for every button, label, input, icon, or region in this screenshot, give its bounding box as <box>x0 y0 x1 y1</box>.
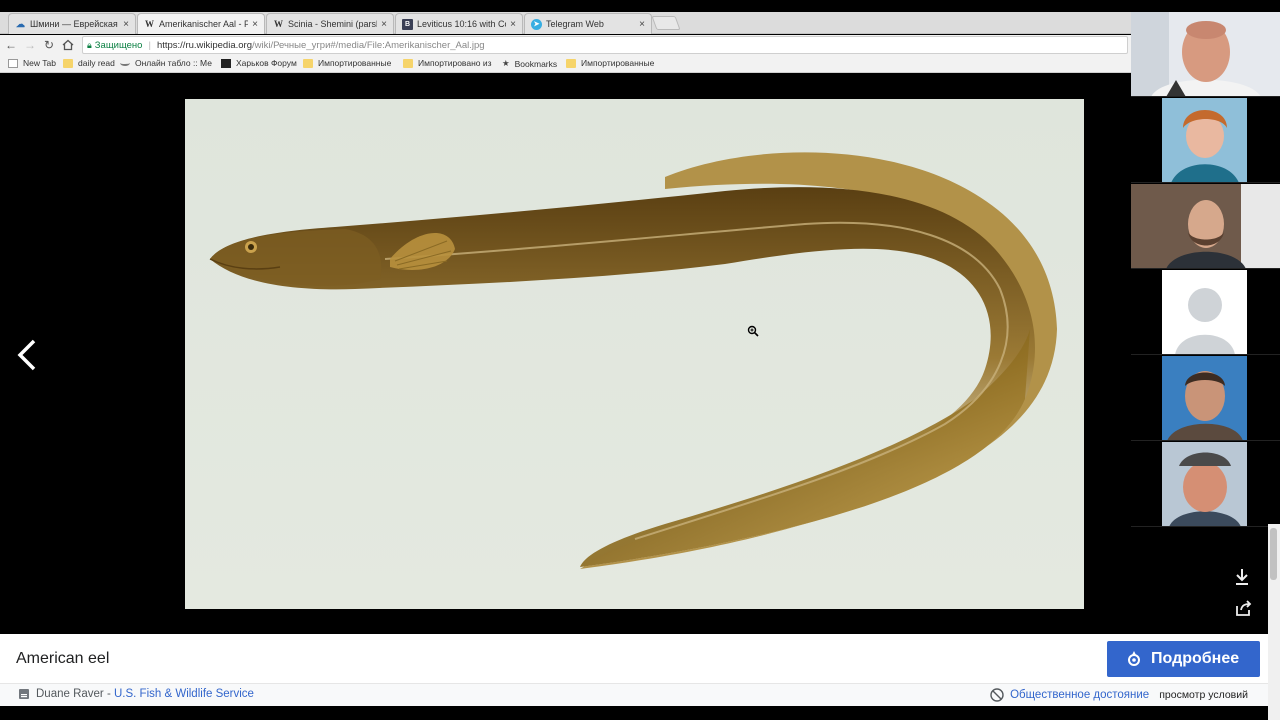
participant-video <box>1162 442 1247 526</box>
tab-title: Amerikanischer Aal - Ре <box>159 19 249 29</box>
more-details-label: Подробнее <box>1151 650 1240 667</box>
commons-icon <box>1128 651 1140 666</box>
author-org-link[interactable]: U.S. Fish & Wildlife Service <box>114 688 254 700</box>
author-icon <box>19 689 29 699</box>
wikipedia-icon: W <box>274 19 283 29</box>
forward-icon[interactable]: → <box>22 37 38 53</box>
license-link[interactable]: Общественное достояние <box>1010 689 1149 701</box>
metadata-bar: Duane Raver - U.S. Fish & Wildlife Servi… <box>0 684 1268 706</box>
home-icon[interactable] <box>60 37 76 53</box>
close-icon[interactable]: × <box>381 19 387 30</box>
telegram-icon: ➤ <box>531 18 542 30</box>
address-bar[interactable]: 🔒︎ Защищено | https://ru.wikipedia.org /… <box>82 36 1128 54</box>
link-icon <box>120 60 130 66</box>
forum-icon <box>221 58 231 68</box>
scrollbar[interactable] <box>1268 524 1280 720</box>
tab-title: Leviticus 10:16 with Con <box>417 19 507 29</box>
image-caption: American eel <box>16 650 110 667</box>
video-call-panel <box>1131 12 1280 527</box>
bookmark-label: Bookmarks <box>514 58 558 69</box>
back-icon[interactable]: ← <box>3 37 19 53</box>
view-terms-link[interactable]: просмотр условий <box>1159 689 1248 701</box>
scrollbar-thumb[interactable] <box>1270 528 1277 580</box>
site-icon: ☁ <box>16 18 25 29</box>
tab-strip: ☁ Шмини — Еврейская Б × W Amerikanischer… <box>0 0 1131 34</box>
bookmark-imported-1[interactable]: Импортированные <box>303 58 391 68</box>
bookmarks-bar: New Tab daily read Онлайн табло :: Ме Ха… <box>0 55 1131 73</box>
screen-bottom-edge <box>0 706 1268 720</box>
public-domain-icon <box>990 688 1004 702</box>
bookmark-online-tablo[interactable]: Онлайн табло :: Ме <box>120 58 212 68</box>
tab-amerikanischer-aal[interactable]: W Amerikanischer Aal - Ре × <box>137 13 265 34</box>
bookmark-daily-read[interactable]: daily read <box>63 58 115 68</box>
participant-video <box>1162 356 1247 440</box>
participant-tile[interactable] <box>1131 184 1280 269</box>
bookmark-label: Импортировано из <box>418 58 492 68</box>
folder-icon <box>403 58 413 68</box>
tab-title: Telegram Web <box>546 19 604 29</box>
close-icon[interactable]: × <box>252 19 258 30</box>
bible-icon: B <box>402 18 413 30</box>
lock-icon: 🔒︎ <box>87 39 92 50</box>
participant-video <box>1162 98 1247 182</box>
separator: | <box>148 39 151 51</box>
url-path: /wiki/Речные_угри#/media/File:Amerikanis… <box>251 39 485 51</box>
author-credit: Duane Raver - U.S. Fish & Wildlife Servi… <box>18 688 254 700</box>
close-icon[interactable]: × <box>639 19 645 30</box>
author-separator: - <box>103 688 114 700</box>
download-icon[interactable] <box>1234 568 1252 586</box>
close-icon[interactable]: × <box>123 19 129 30</box>
zoom-cursor-icon <box>747 325 759 337</box>
participant-tile[interactable] <box>1131 12 1280 97</box>
folder-icon <box>566 58 576 68</box>
bookmark-label: New Tab <box>23 58 56 68</box>
url-host: https://ru.wikipedia.org <box>156 39 252 51</box>
participant-tile[interactable] <box>1131 356 1280 441</box>
wikipedia-icon: W <box>145 19 154 29</box>
avatar-placeholder <box>1162 270 1247 354</box>
bookmark-imported-2[interactable]: Импортированные <box>566 58 654 68</box>
browser-toolbar: ← → ↻ 🔒︎ Защищено | https://ru.wikipedia… <box>0 35 1131 55</box>
page-icon <box>8 58 18 68</box>
bookmark-label: Харьков Форум <box>236 58 297 68</box>
folder-icon <box>63 58 73 68</box>
secure-label: Защищено <box>94 39 143 51</box>
media-viewer <box>0 74 1268 634</box>
participant-tile[interactable] <box>1131 98 1280 183</box>
eel-illustration <box>209 152 1057 569</box>
tab-scinia[interactable]: W Scinia - Shemini (parsha × <box>266 13 394 34</box>
tab-shemini[interactable]: ☁ Шмини — Еврейская Б × <box>8 13 136 34</box>
bookmark-label: Импортированные <box>581 58 655 68</box>
author-name: Duane Raver <box>36 688 104 700</box>
bookmark-imported-from[interactable]: Импортировано из <box>403 58 492 68</box>
close-icon[interactable]: × <box>510 19 516 30</box>
tab-title: Scinia - Shemini (parsha <box>288 19 378 29</box>
tab-leviticus[interactable]: B Leviticus 10:16 with Con × <box>395 13 523 34</box>
reload-icon[interactable]: ↻ <box>41 37 57 53</box>
star-icon: ★ <box>502 58 510 68</box>
previous-image-button[interactable] <box>14 338 40 372</box>
more-details-button[interactable]: Подробнее <box>1107 641 1260 677</box>
bookmark-kharkov-forum[interactable]: Харьков Форум <box>221 58 297 68</box>
tab-title: Шмини — Еврейская Б <box>30 19 120 29</box>
bookmark-label: daily read <box>78 58 115 68</box>
bookmark-label: Импортированные <box>318 58 392 68</box>
participant-tile[interactable] <box>1131 270 1280 355</box>
license-info: Общественное достояние просмотр условий <box>990 688 1248 702</box>
participant-tile[interactable] <box>1131 442 1280 527</box>
bookmark-label: Онлайн табло :: Ме <box>135 58 212 68</box>
participant-video <box>1131 12 1280 96</box>
tab-telegram[interactable]: ➤ Telegram Web × <box>524 13 652 34</box>
bookmark-bookmarks[interactable]: ★ Bookmarks <box>502 58 557 69</box>
eel-image[interactable] <box>185 99 1084 609</box>
participant-video <box>1131 184 1280 268</box>
share-icon[interactable] <box>1235 600 1253 618</box>
new-tab-button[interactable] <box>651 16 681 30</box>
bookmark-new-tab[interactable]: New Tab <box>8 58 56 68</box>
folder-icon <box>303 58 313 68</box>
caption-bar: American eel Подробнее <box>0 634 1268 684</box>
